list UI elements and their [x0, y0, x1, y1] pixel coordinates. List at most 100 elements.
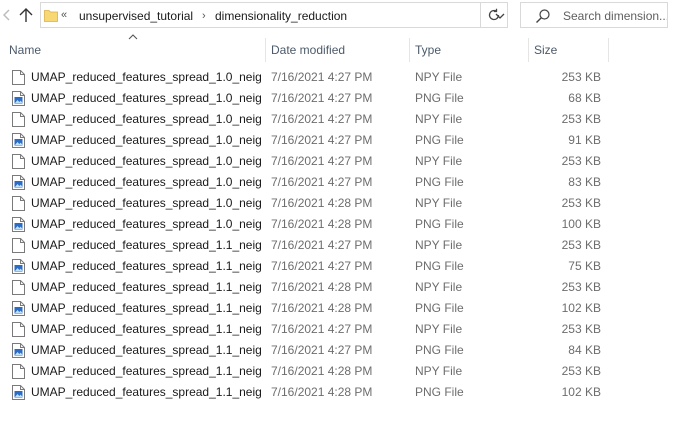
search-input[interactable]: Search dimension...	[563, 9, 667, 23]
file-name: UMAP_reduced_features_spread_1.1_neig...	[31, 322, 261, 336]
generic-file-icon	[12, 154, 25, 169]
file-date-modified: 7/16/2021 4:28 PM	[271, 280, 373, 294]
file-size: 75 KB	[568, 259, 601, 273]
image-file-icon	[12, 217, 25, 232]
file-date-modified: 7/16/2021 4:27 PM	[271, 175, 373, 189]
file-type: NPY File	[415, 70, 463, 84]
file-type: PNG File	[415, 385, 464, 399]
file-name: UMAP_reduced_features_spread_1.0_neig...	[31, 91, 261, 105]
file-explorer-window: « unsupervised_tutorial › dimensionality…	[0, 0, 676, 424]
file-name: UMAP_reduced_features_spread_1.0_neig...	[31, 154, 261, 168]
file-type: NPY File	[415, 322, 463, 336]
file-name: UMAP_reduced_features_spread_1.1_neig...	[31, 259, 261, 273]
file-size: 253 KB	[561, 238, 601, 252]
file-row[interactable]: UMAP_reduced_features_spread_1.0_neig...…	[0, 172, 676, 193]
column-header-type[interactable]: Type	[409, 38, 528, 62]
file-date-modified: 7/16/2021 4:28 PM	[271, 301, 373, 315]
column-header-date-modified[interactable]: Date modified	[265, 38, 409, 62]
file-row[interactable]: UMAP_reduced_features_spread_1.1_neig...…	[0, 361, 676, 382]
breadcrumb-item-current[interactable]: dimensionality_reduction	[215, 9, 347, 23]
file-row[interactable]: UMAP_reduced_features_spread_1.0_neig...…	[0, 151, 676, 172]
image-file-icon	[12, 91, 25, 106]
file-row[interactable]: UMAP_reduced_features_spread_1.0_neig...…	[0, 193, 676, 214]
file-row[interactable]: UMAP_reduced_features_spread_1.1_neig...…	[0, 298, 676, 319]
file-name: UMAP_reduced_features_spread_1.0_neig...	[31, 70, 261, 84]
file-row[interactable]: UMAP_reduced_features_spread_1.0_neig...…	[0, 109, 676, 130]
address-bar[interactable]: « unsupervised_tutorial › dimensionality…	[40, 2, 508, 28]
file-size: 253 KB	[561, 322, 601, 336]
file-type: PNG File	[415, 343, 464, 357]
file-size: 253 KB	[561, 154, 601, 168]
column-divider[interactable]	[608, 38, 609, 62]
generic-file-icon	[12, 364, 25, 379]
breadcrumb-separator[interactable]: ›	[202, 9, 206, 23]
file-date-modified: 7/16/2021 4:27 PM	[271, 322, 373, 336]
file-name: UMAP_reduced_features_spread_1.0_neig...	[31, 175, 261, 189]
generic-file-icon	[12, 322, 25, 337]
up-button[interactable]	[16, 4, 36, 26]
file-date-modified: 7/16/2021 4:27 PM	[271, 154, 373, 168]
file-name: UMAP_reduced_features_spread_1.0_neig...	[31, 112, 261, 126]
folder-icon	[44, 10, 58, 22]
search-box[interactable]: Search dimension...	[520, 2, 668, 28]
generic-file-icon	[12, 280, 25, 295]
file-type: NPY File	[415, 364, 463, 378]
file-name: UMAP_reduced_features_spread_1.1_neig...	[31, 301, 261, 315]
file-name: UMAP_reduced_features_spread_1.0_neig...	[31, 133, 261, 147]
file-date-modified: 7/16/2021 4:28 PM	[271, 364, 373, 378]
file-size: 253 KB	[561, 70, 601, 84]
image-file-icon	[12, 133, 25, 148]
column-header-name[interactable]: Name	[3, 38, 265, 62]
file-date-modified: 7/16/2021 4:27 PM	[271, 133, 373, 147]
column-header-size[interactable]: Size	[528, 38, 608, 62]
image-file-icon	[12, 385, 25, 400]
file-date-modified: 7/16/2021 4:28 PM	[271, 385, 373, 399]
image-file-icon	[12, 259, 25, 274]
file-size: 102 KB	[561, 385, 601, 399]
file-size: 84 KB	[568, 343, 601, 357]
file-type: NPY File	[415, 196, 463, 210]
file-name: UMAP_reduced_features_spread_1.1_neig...	[31, 385, 261, 399]
file-date-modified: 7/16/2021 4:27 PM	[271, 343, 373, 357]
file-type: NPY File	[415, 238, 463, 252]
file-name: UMAP_reduced_features_spread_1.1_neig...	[31, 343, 261, 357]
file-date-modified: 7/16/2021 4:28 PM	[271, 217, 373, 231]
file-type: NPY File	[415, 154, 463, 168]
file-name: UMAP_reduced_features_spread_1.1_neig...	[31, 280, 261, 294]
file-row[interactable]: UMAP_reduced_features_spread_1.1_neig...…	[0, 235, 676, 256]
file-row[interactable]: UMAP_reduced_features_spread_1.1_neig...…	[0, 340, 676, 361]
arrow-up-icon	[19, 8, 33, 22]
breadcrumb-item-parent[interactable]: unsupervised_tutorial	[79, 9, 193, 23]
file-row[interactable]: UMAP_reduced_features_spread_1.1_neig...…	[0, 256, 676, 277]
image-file-icon	[12, 343, 25, 358]
file-type: PNG File	[415, 133, 464, 147]
back-button[interactable]	[0, 0, 13, 30]
file-row[interactable]: UMAP_reduced_features_spread_1.1_neig...…	[0, 277, 676, 298]
chevron-left-icon	[2, 9, 10, 21]
file-row[interactable]: UMAP_reduced_features_spread_1.1_neig...…	[0, 319, 676, 340]
search-icon	[536, 9, 550, 23]
breadcrumb-overflow[interactable]: «	[61, 8, 67, 22]
file-name: UMAP_reduced_features_spread_1.1_neig...	[31, 364, 261, 378]
file-date-modified: 7/16/2021 4:27 PM	[271, 112, 373, 126]
file-type: NPY File	[415, 112, 463, 126]
file-row[interactable]: UMAP_reduced_features_spread_1.1_neig...…	[0, 382, 676, 403]
file-size: 100 KB	[561, 217, 601, 231]
file-size: 68 KB	[568, 91, 601, 105]
file-type: PNG File	[415, 259, 464, 273]
file-row[interactable]: UMAP_reduced_features_spread_1.0_neig...…	[0, 130, 676, 151]
file-size: 253 KB	[561, 364, 601, 378]
file-date-modified: 7/16/2021 4:27 PM	[271, 238, 373, 252]
image-file-icon	[12, 175, 25, 190]
file-row[interactable]: UMAP_reduced_features_spread_1.0_neig...…	[0, 214, 676, 235]
generic-file-icon	[12, 70, 25, 85]
file-type: PNG File	[415, 301, 464, 315]
refresh-button[interactable]	[480, 3, 506, 27]
file-size: 102 KB	[561, 301, 601, 315]
file-name: UMAP_reduced_features_spread_1.0_neig...	[31, 217, 261, 231]
refresh-icon	[488, 8, 499, 21]
file-row[interactable]: UMAP_reduced_features_spread_1.0_neig...…	[0, 88, 676, 109]
file-date-modified: 7/16/2021 4:28 PM	[271, 196, 373, 210]
file-type: NPY File	[415, 280, 463, 294]
file-row[interactable]: UMAP_reduced_features_spread_1.0_neig...…	[0, 67, 676, 88]
